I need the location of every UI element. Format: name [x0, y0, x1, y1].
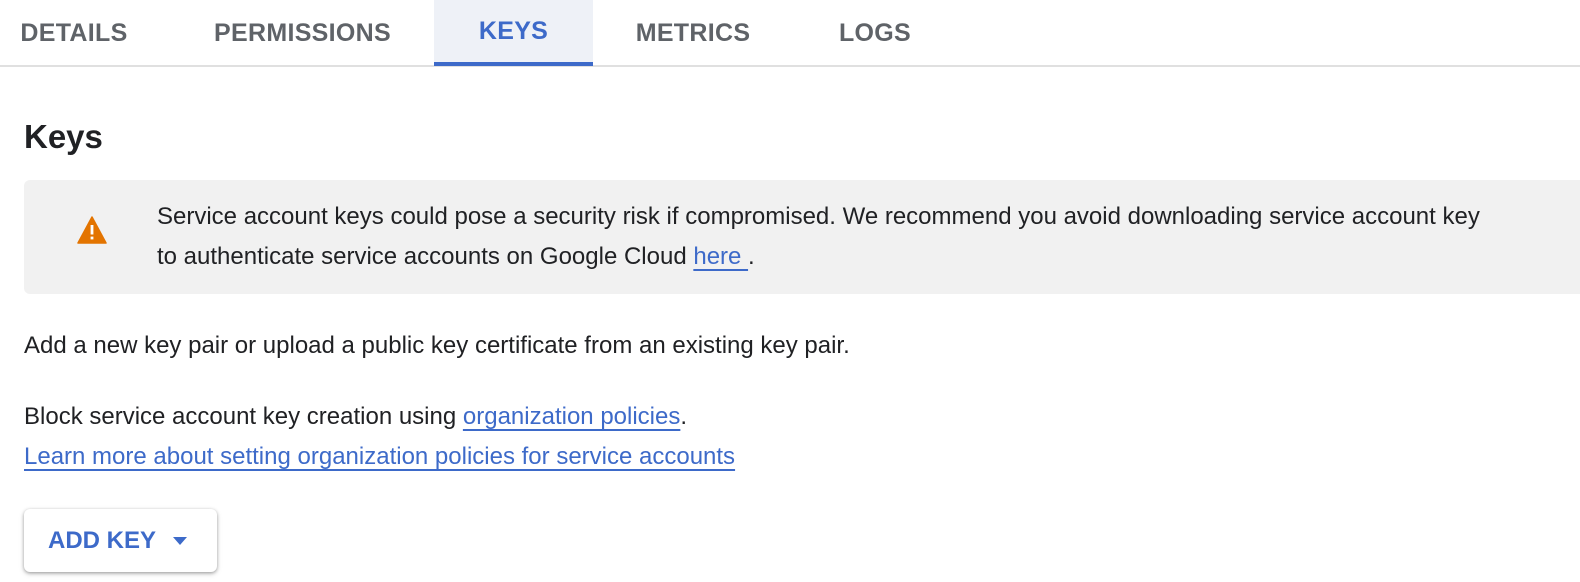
- warning-line-2: to authenticate service accounts on Goog…: [157, 237, 1580, 277]
- warning-line-2-suffix: .: [748, 243, 755, 270]
- add-key-label: ADD KEY: [48, 526, 157, 554]
- caret-down-icon: [173, 536, 188, 545]
- warning-icon: [77, 216, 107, 244]
- warning-line-2-text: to authenticate service accounts on Goog…: [157, 243, 694, 270]
- tab-metrics[interactable]: METRICS: [612, 0, 774, 66]
- tab-logs[interactable]: LOGS: [817, 0, 933, 66]
- here-link[interactable]: here: [693, 243, 748, 270]
- learn-more-link[interactable]: Learn more about setting organization po…: [24, 443, 735, 470]
- tab-keys[interactable]: KEYS: [434, 0, 593, 66]
- warning-line-1: Service account keys could pose a securi…: [157, 203, 1480, 230]
- policy-prefix: Block service account key creation using: [24, 403, 463, 430]
- organization-policies-link[interactable]: organization policies: [463, 403, 680, 430]
- learn-more-row: Learn more about setting organization po…: [24, 437, 735, 477]
- page-title: Keys: [24, 118, 103, 155]
- tab-bar: DETAILS PERMISSIONS KEYS METRICS LOGS: [0, 0, 1580, 67]
- policy-text: Block service account key creation using…: [24, 397, 687, 437]
- policy-suffix: .: [680, 403, 688, 430]
- tab-details[interactable]: DETAILS: [0, 0, 148, 66]
- add-key-button[interactable]: ADD KEY: [24, 509, 217, 572]
- tab-permissions[interactable]: PERMISSIONS: [190, 0, 415, 66]
- intro-text: Add a new key pair or upload a public ke…: [24, 332, 850, 359]
- security-warning-banner: Service account keys could pose a securi…: [24, 180, 1580, 294]
- warning-message: Service account keys could pose a securi…: [157, 197, 1580, 277]
